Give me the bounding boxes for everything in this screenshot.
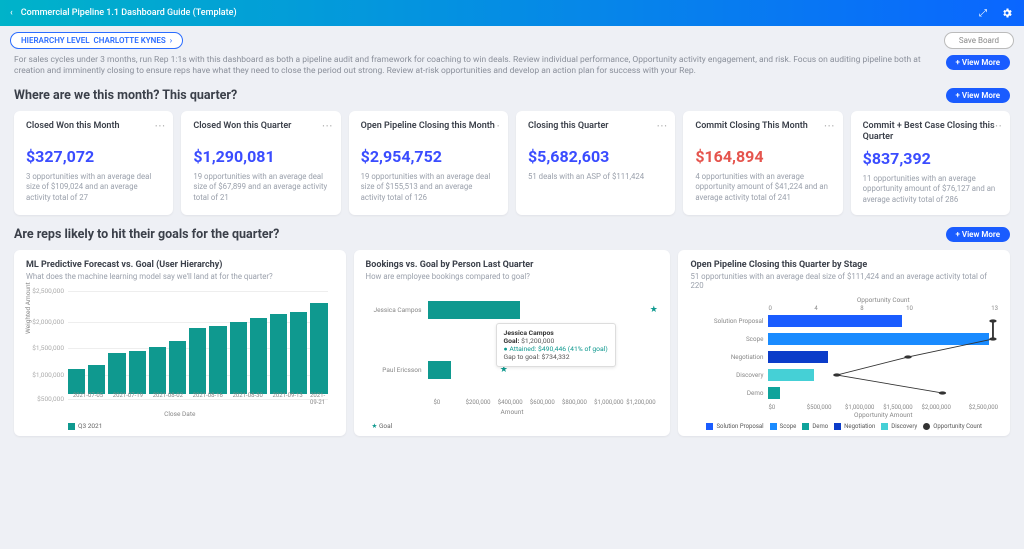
view-more-button[interactable]: + View More [946,227,1011,242]
section-title: Are reps likely to hit their goals for t… [14,227,279,242]
metric-subtext: 4 opportunities with an average opportun… [695,172,830,204]
metric-value: $164,894 [695,147,830,166]
forecast-chart-card[interactable]: ML Predictive Forecast vs. Goal (User Hi… [14,250,346,436]
metric-value: $2,954,752 [361,147,496,166]
filter-label: HIERARCHY LEVEL [21,36,90,45]
metric-card[interactable]: ⋯ Closing this Quarter $5,682,603 51 dea… [516,111,675,215]
chart-bars [68,291,328,394]
view-more-button[interactable]: + View More [946,55,1011,70]
metric-value: $5,682,603 [528,147,663,166]
expand-icon[interactable]: ⤢ [976,6,990,20]
metric-title: Commit + Best Case Closing this Quarter [863,121,998,143]
metric-title: Closing this Quarter [528,121,663,141]
person-name: Jessica Campos [366,306,428,314]
chart-legend: Q3 2021 [26,420,334,430]
metric-value: $837,392 [863,149,998,168]
metric-value: $327,072 [26,147,161,166]
page-title: Commercial Pipeline 1.1 Dashboard Guide … [21,8,237,18]
chart-title: ML Predictive Forecast vs. Goal (User Hi… [26,260,334,270]
metric-title: Closed Won this Month [26,121,161,141]
more-icon[interactable]: ⋯ [991,119,1002,132]
stage-chart-card[interactable]: Open Pipeline Closing this Quarter by St… [678,250,1010,436]
x-axis-label: Opportunity Amount [768,411,998,419]
metric-subtext: 3 opportunities with an average deal siz… [26,172,161,204]
metric-title: Open Pipeline Closing this Month [361,121,496,141]
more-icon[interactable]: ⋯ [322,119,333,132]
save-board-button[interactable]: Save Board [944,32,1014,49]
chart-subtitle: 51 opportunities with an average deal si… [690,272,998,290]
metric-cards-row: ⋯ Closed Won this Month $327,072 3 oppor… [0,107,1024,223]
chart-title: Bookings vs. Goal by Person Last Quarter [366,260,659,270]
person-name: Paul Ericsson [366,366,428,374]
metric-card[interactable]: ⋯ Closed Won this Month $327,072 3 oppor… [14,111,173,215]
metric-card[interactable]: ⋯ Commit + Best Case Closing this Quarte… [851,111,1010,215]
filter-value: CHARLOTTE KYNES [94,36,166,45]
x-axis-label: Close Date [26,410,334,418]
chevron-right-icon: › [170,36,172,45]
more-icon[interactable]: ⋯ [656,119,667,132]
hierarchy-filter[interactable]: HIERARCHY LEVEL CHARLOTTE KYNES › [10,32,183,49]
metric-subtext: 19 opportunities with an average deal si… [361,172,496,204]
chart-tooltip: Jessica Campos Goal: $1,200,000 ● Attain… [496,323,616,367]
chart-subtitle: How are employee bookings compared to go… [366,272,659,281]
x-axis-label: Amount [366,408,659,416]
more-icon[interactable]: ⋯ [824,119,835,132]
metric-subtext: 19 opportunities with an average deal si… [193,172,328,204]
metric-title: Commit Closing This Month [695,121,830,141]
chart-legend: Solution Proposal Scope Demo Negotiation… [690,423,998,430]
chart-subtitle: What does the machine learning model say… [26,272,334,281]
bookings-chart-card[interactable]: Bookings vs. Goal by Person Last Quarter… [354,250,671,436]
goal-star-icon: ★ [650,305,658,315]
back-icon[interactable]: ‹ [10,8,13,18]
metric-card[interactable]: ⋯ Open Pipeline Closing this Month $2,95… [349,111,508,215]
chart-cards-row: ML Predictive Forecast vs. Goal (User Hi… [0,246,1024,444]
gear-icon[interactable] [1000,6,1014,20]
metric-card[interactable]: ⋯ Commit Closing This Month $164,894 4 o… [683,111,842,215]
top-axis-label: Opportunity Count [768,296,998,304]
more-icon[interactable]: ⋯ [489,119,500,132]
section-title: Where are we this month? This quarter? [14,88,237,103]
metric-title: Closed Won this Quarter [193,121,328,141]
chart-title: Open Pipeline Closing this Quarter by St… [690,260,998,270]
chart-legend: ★ Goal [366,418,659,430]
dashboard-description: For sales cycles under 3 months, run Rep… [14,55,936,78]
metric-card[interactable]: ⋯ Closed Won this Quarter $1,290,081 19 … [181,111,340,215]
more-icon[interactable]: ⋯ [154,119,165,132]
view-more-button[interactable]: + View More [946,88,1011,103]
app-topbar: ‹ Commercial Pipeline 1.1 Dashboard Guid… [0,0,1024,26]
metric-subtext: 11 opportunities with an average opportu… [863,174,998,206]
filter-bar: HIERARCHY LEVEL CHARLOTTE KYNES › Save B… [0,26,1024,55]
metric-subtext: 51 deals with an ASP of $111,424 [528,172,663,183]
x-axis-ticks: 2021-07-052021-07-192021-08-022021-08-16… [68,392,328,406]
metric-value: $1,290,081 [193,147,328,166]
